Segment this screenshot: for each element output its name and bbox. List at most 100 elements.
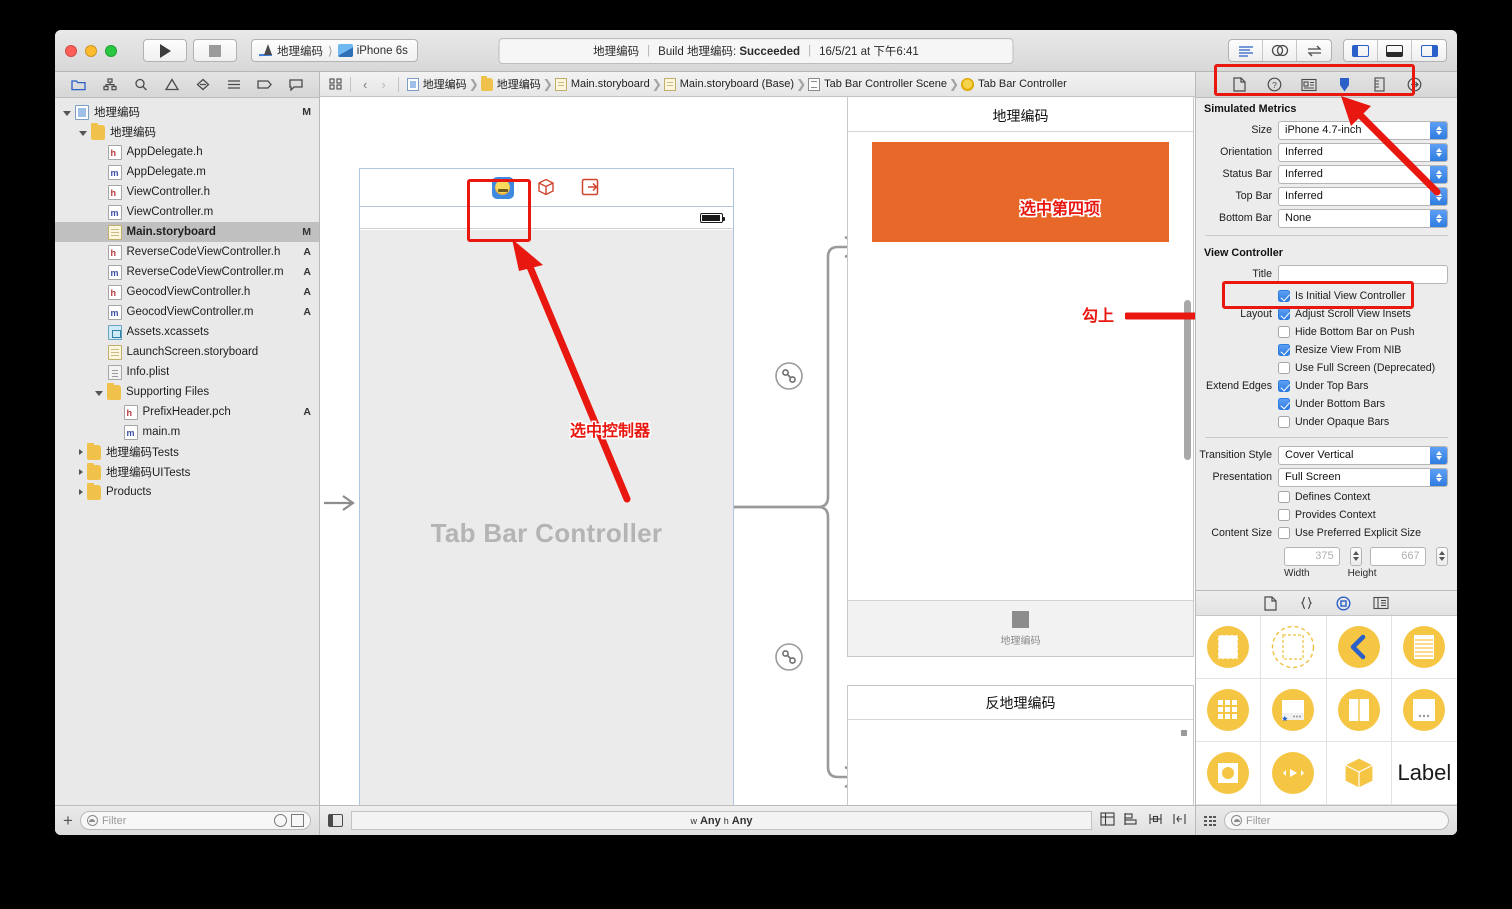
report-navigator-tab[interactable] [285,75,307,95]
provides-context-checkbox[interactable] [1278,509,1290,521]
disclosure-triangle-icon[interactable] [79,469,83,475]
file-row[interactable]: 地理编码Tests [55,442,319,462]
assistant-editor-button[interactable] [1263,40,1297,61]
checkbox[interactable] [1278,416,1290,428]
source-control-navigator-tab[interactable] [99,75,121,95]
file-row[interactable]: GeocodViewController.mA [55,302,319,322]
content-height-input[interactable]: 667 [1370,547,1426,566]
library-item-label[interactable]: Label [1392,742,1457,805]
standard-editor-button[interactable] [1229,40,1263,61]
metric-select[interactable]: Inferred [1278,143,1448,162]
project-navigator-tab[interactable] [68,75,90,95]
align-icon[interactable] [1124,812,1139,829]
breadcrumb[interactable]: 地理编码❯地理编码❯Main.storyboard❯Main.storyboar… [407,76,1067,92]
metric-select[interactable]: Inferred [1278,187,1448,206]
breadcrumb-item[interactable]: 地理编码 [481,76,541,92]
recent-filter-icon[interactable] [274,814,287,827]
disclosure-triangle-icon[interactable] [95,391,103,396]
library-filter-field[interactable]: Filter [1224,811,1449,830]
provides-context-row[interactable]: Provides Context [1196,506,1457,524]
canvas-scrollbar[interactable] [1184,300,1191,460]
checkbox[interactable] [1278,398,1290,410]
content-width-input[interactable]: 375 [1284,547,1340,566]
disclosure-triangle-icon[interactable] [79,449,83,455]
find-navigator-tab[interactable] [130,75,152,95]
code-snippet-library-tab[interactable] [1299,596,1314,610]
project-file-tree[interactable]: 地理编码M地理编码AppDelegate.hAppDelegate.mViewC… [55,98,319,805]
file-inspector-tab[interactable] [1230,76,1248,94]
checkbox-row[interactable]: Is Initial View Controller [1196,287,1457,305]
file-row[interactable]: ViewController.h [55,182,319,202]
library-item-navigation-controller[interactable] [1327,616,1392,679]
use-preferred-size-checkbox[interactable] [1278,527,1290,539]
file-row[interactable]: ReverseCodeViewController.mA [55,262,319,282]
zoom-window-button[interactable] [105,45,117,57]
file-row[interactable]: Products [55,482,319,502]
disclosure-triangle-icon[interactable] [63,111,71,116]
defines-context-checkbox[interactable] [1278,491,1290,503]
transition-style-select[interactable]: Cover Vertical [1278,446,1448,465]
minimize-window-button[interactable] [85,45,97,57]
library-item-page-view-controller[interactable] [1392,679,1457,742]
library-view-mode-icon[interactable] [1204,815,1217,827]
file-row[interactable]: AppDelegate.h [55,142,319,162]
checkbox[interactable] [1278,308,1290,320]
checkbox[interactable] [1278,326,1290,338]
toggle-document-outline-button[interactable] [328,814,343,827]
first-responder-dock-icon[interactable] [536,177,558,199]
size-class-control[interactable]: wAny hAny [351,811,1092,830]
title-input[interactable] [1278,265,1448,284]
pin-icon[interactable] [1148,812,1163,829]
go-back-button[interactable]: ‹ [359,77,371,92]
file-row[interactable]: Assets.xcassets [55,322,319,342]
tab-bar-controller-dock-icon[interactable] [492,177,514,199]
file-row[interactable]: 地理编码M [55,102,319,122]
file-row[interactable]: GeocodViewController.hA [55,282,319,302]
reverse-geocode-scene[interactable]: 反地理编码 反地理编码 纬度： 经度： [847,685,1194,805]
toggle-debug-area-button[interactable] [1378,40,1412,61]
update-frames-icon[interactable] [1100,812,1115,829]
stop-button[interactable] [193,39,237,62]
checkbox-row[interactable]: Under Opaque Bars [1196,413,1457,431]
library-item-collection-view-controller[interactable] [1196,679,1261,742]
source-control-filter-icon[interactable] [291,814,304,827]
file-row[interactable]: main.m [55,422,319,442]
version-editor-button[interactable] [1297,40,1331,61]
file-row[interactable]: LaunchScreen.storyboard [55,342,319,362]
attributes-inspector-content[interactable]: Simulated Metrics SizeiPhone 4.7-inchOri… [1196,98,1457,590]
breadcrumb-item[interactable]: 地理编码 [407,76,467,92]
object-library-tab[interactable] [1336,596,1351,611]
checkbox[interactable] [1278,380,1290,392]
metric-select[interactable]: Inferred [1278,165,1448,184]
defines-context-row[interactable]: Defines Context [1196,488,1457,506]
file-row[interactable]: ViewController.m [55,202,319,222]
library-item-glkit-view-controller[interactable] [1196,742,1261,805]
tab-bar-controller-scene[interactable]: Tab Bar Controller [359,168,734,805]
quick-help-tab[interactable]: ? [1265,76,1283,94]
media-library-tab[interactable] [1373,596,1389,610]
checkbox-row[interactable]: Use Full Screen (Deprecated) [1196,359,1457,377]
breadcrumb-item[interactable]: Main.storyboard (Base) [664,78,794,91]
go-forward-button[interactable]: › [377,77,389,92]
content-height-stepper[interactable] [1436,547,1448,566]
file-row[interactable]: 地理编码UITests [55,462,319,482]
content-width-stepper[interactable] [1350,547,1362,566]
related-items-icon[interactable] [328,77,342,91]
library-item-avkit-player-controller[interactable] [1261,742,1326,805]
disclosure-triangle-icon[interactable] [79,489,83,495]
identity-inspector-tab[interactable] [1300,76,1318,94]
orange-color-view[interactable] [872,142,1169,242]
checkbox-row[interactable]: Under Bottom Bars [1196,395,1457,413]
file-row[interactable]: ReverseCodeViewController.hA [55,242,319,262]
toggle-navigator-button[interactable] [1344,40,1378,61]
file-row[interactable]: Supporting Files [55,382,319,402]
checkbox-row[interactable]: Hide Bottom Bar on Push [1196,323,1457,341]
file-row[interactable]: Info.plist [55,362,319,382]
library-item-split-view-controller[interactable] [1327,679,1392,742]
breadcrumb-item[interactable]: Tab Bar Controller [961,78,1067,91]
checkbox[interactable] [1278,344,1290,356]
connections-inspector-tab[interactable] [1405,76,1423,94]
library-item-storyboard-reference[interactable] [1261,616,1326,679]
navigator-filter-field[interactable]: Filter [80,811,311,830]
file-row[interactable]: AppDelegate.m [55,162,319,182]
